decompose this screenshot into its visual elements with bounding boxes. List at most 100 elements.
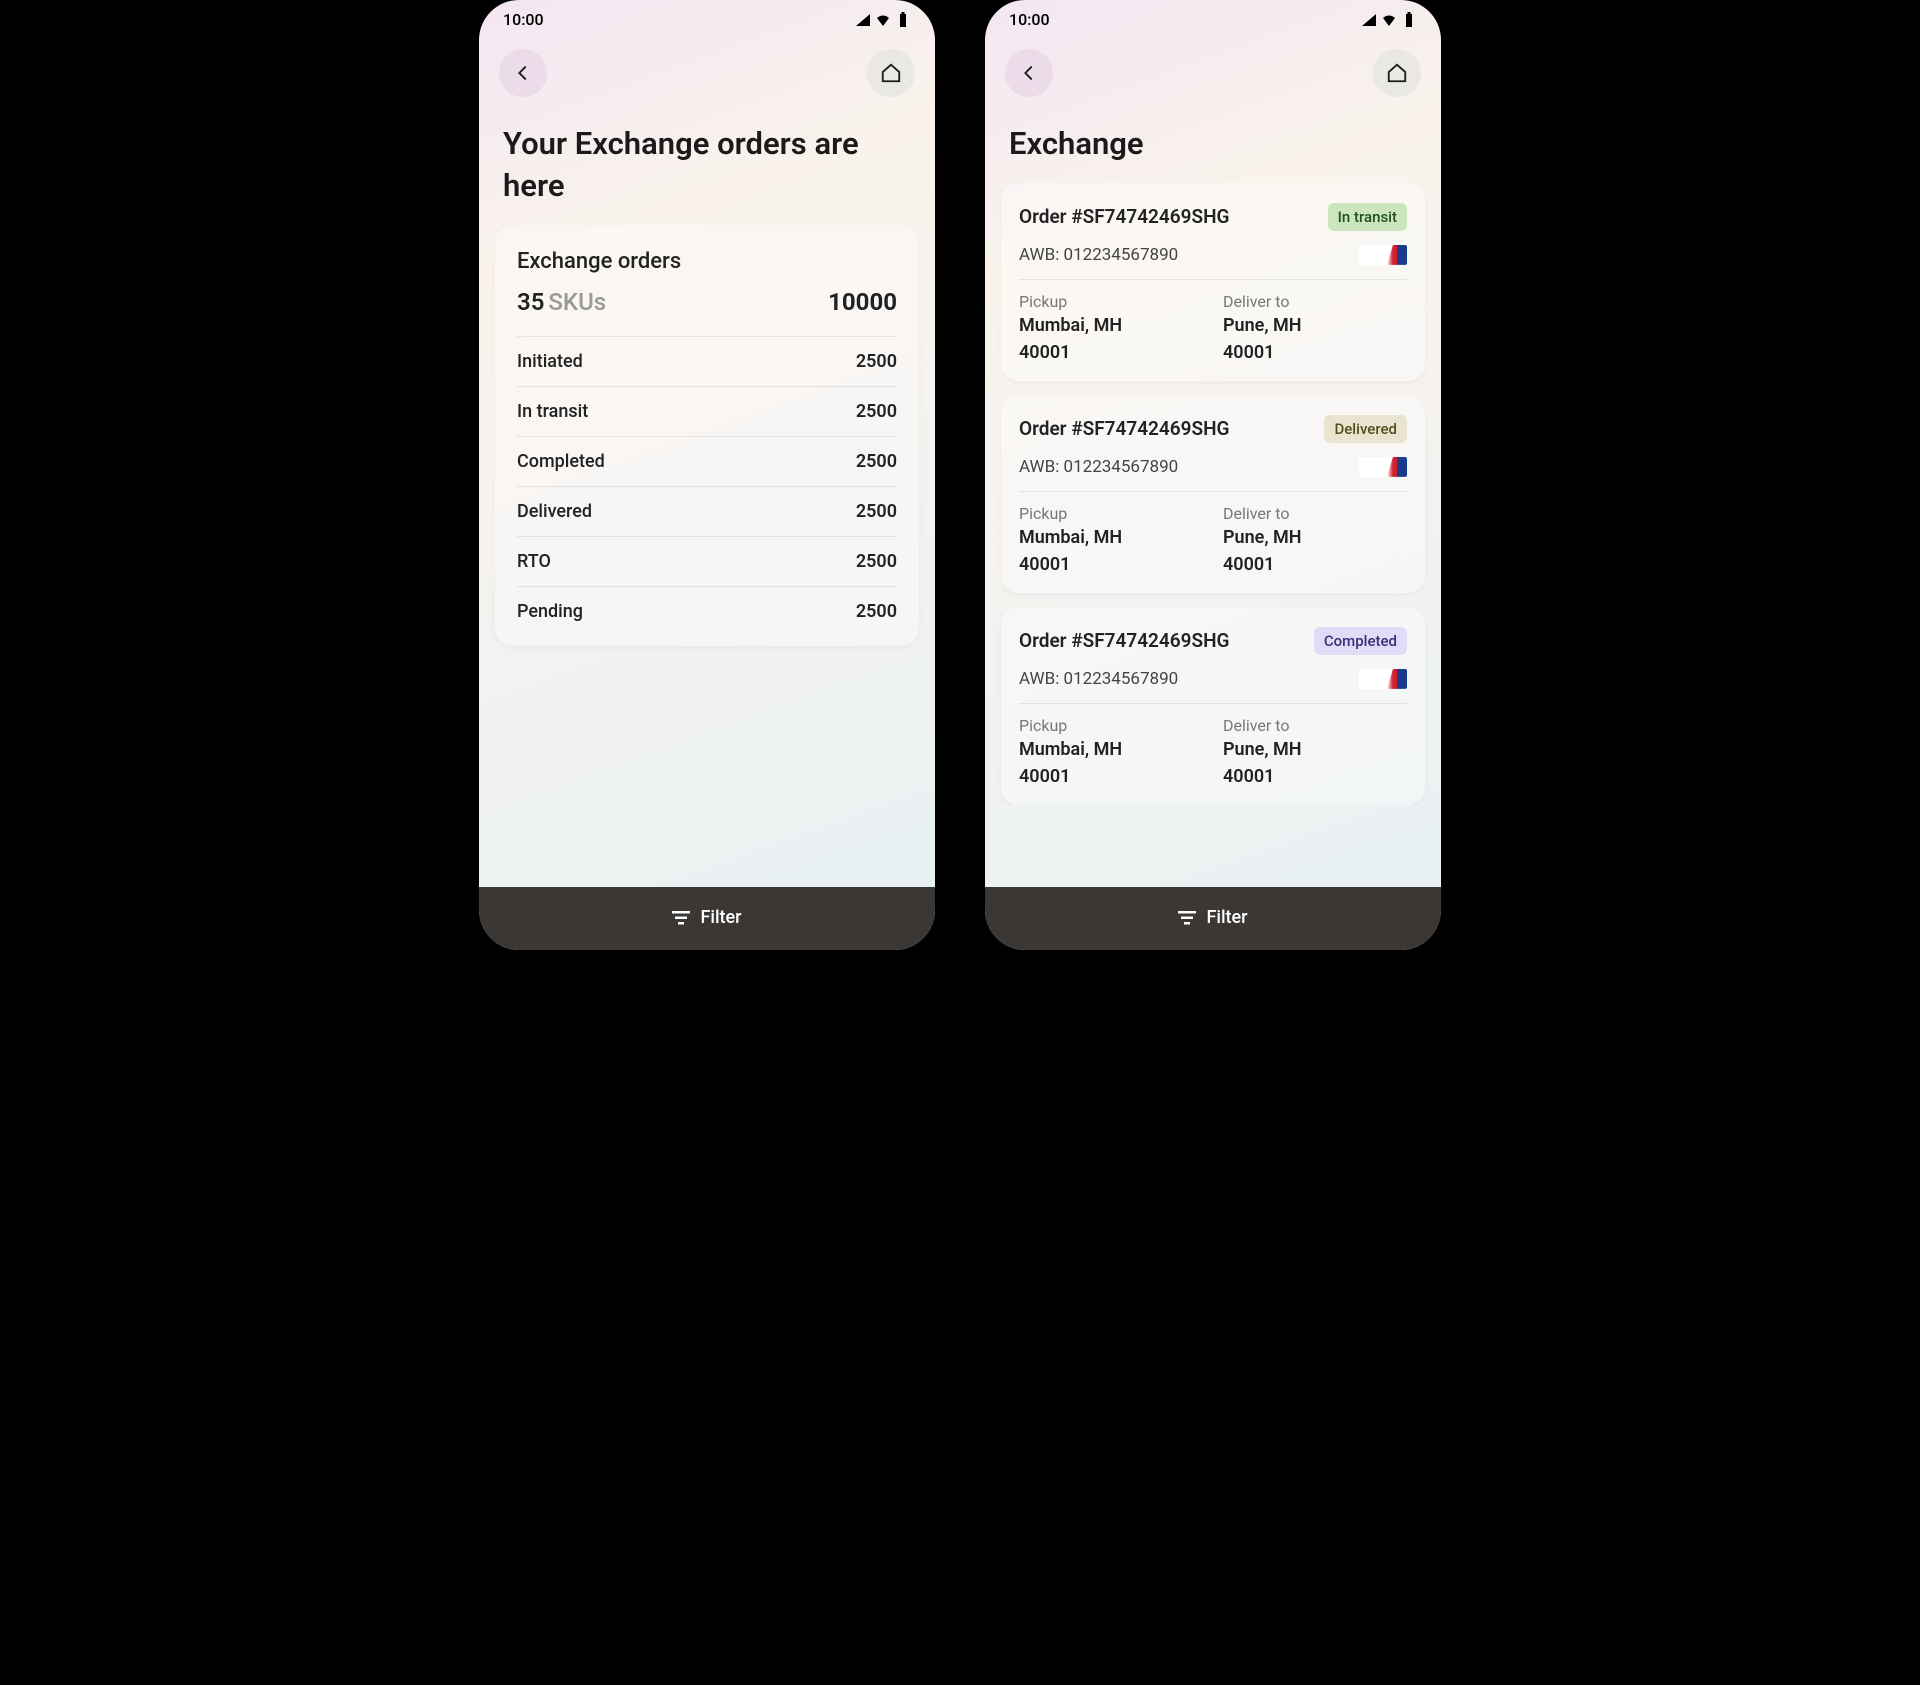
sku-label: SKUs	[548, 288, 606, 316]
status-row[interactable]: RTO 2500	[517, 536, 897, 586]
order-locations: Pickup Mumbai, MH 40001 Deliver to Pune, MH 4…	[1019, 491, 1407, 575]
page-title: Your Exchange orders are here	[479, 105, 935, 225]
summary-card: Exchange orders 35 SKUs 10000 Initiated2…	[495, 225, 919, 646]
status-row[interactable]: Completed2500	[517, 436, 897, 486]
status-icons	[855, 12, 911, 28]
filter-button[interactable]: Filter	[479, 887, 935, 950]
deliver-location: Deliver to Pune, MH 40001	[1223, 716, 1407, 787]
status-label: RTO	[517, 551, 551, 572]
status-row[interactable]: Delivered2500	[517, 486, 897, 536]
orders-list: Order #SF74742469SHG In transit AWB: 01223…	[985, 183, 1441, 805]
signal-icon	[855, 12, 871, 28]
status-list: Initiated2500 In transit 2500 Completed2500…	[517, 336, 897, 636]
chevron-left-icon	[1018, 62, 1040, 84]
battery-icon	[1401, 12, 1417, 28]
order-head: Order #SF74742469SHG In transit	[1019, 203, 1407, 231]
status-bar: 10:00	[479, 0, 935, 33]
deliver-label: Deliver to	[1223, 716, 1407, 735]
nav-bar	[985, 33, 1441, 105]
status-row[interactable]: Initiated2500	[517, 336, 897, 386]
order-card[interactable]: Order #SF74742469SHG In transit AWB: 01223…	[1001, 183, 1425, 381]
wifi-icon	[875, 12, 891, 28]
awb-number: AWB: 012234567890	[1019, 245, 1178, 265]
carrier-logo	[1359, 669, 1407, 689]
back-button[interactable]	[1005, 49, 1053, 97]
awb-row: AWB: 012234567890	[1019, 669, 1407, 689]
order-id: Order #SF74742469SHG	[1019, 629, 1229, 652]
wifi-icon	[1381, 12, 1397, 28]
status-value: 2500	[856, 551, 897, 572]
chevron-left-icon	[512, 62, 534, 84]
status-value: 2500	[856, 351, 897, 372]
order-locations: Pickup Mumbai, MH 40001 Deliver to Pune, MH 4…	[1019, 703, 1407, 787]
status-label: In transit	[517, 401, 588, 422]
screen-summary: 10:00 Your Exchange orders are here Exch…	[479, 0, 935, 950]
filter-icon	[1178, 911, 1196, 925]
order-id: Order #SF74742469SHG	[1019, 417, 1229, 440]
pickup-city: Mumbai, MH	[1019, 315, 1203, 336]
awb-row: AWB: 012234567890	[1019, 245, 1407, 265]
deliver-pin: 40001	[1223, 342, 1407, 363]
home-icon	[880, 62, 902, 84]
pickup-label: Pickup	[1019, 292, 1203, 311]
home-icon	[1386, 62, 1408, 84]
status-badge: Completed	[1314, 627, 1407, 655]
summary-top: 35 SKUs 10000	[517, 288, 897, 316]
deliver-location: Deliver to Pune, MH 40001	[1223, 292, 1407, 363]
pickup-pin: 40001	[1019, 554, 1203, 575]
battery-icon	[895, 12, 911, 28]
status-row[interactable]: Pending 2500	[517, 586, 897, 636]
deliver-pin: 40001	[1223, 554, 1407, 575]
status-time: 10:00	[503, 10, 544, 29]
order-id: Order #SF74742469SHG	[1019, 205, 1229, 228]
status-badge: In transit	[1328, 203, 1407, 231]
pickup-city: Mumbai, MH	[1019, 527, 1203, 548]
status-value: 2500	[856, 501, 897, 522]
status-bar: 10:00	[985, 0, 1441, 33]
pickup-label: Pickup	[1019, 716, 1203, 735]
deliver-city: Pune, MH	[1223, 739, 1407, 760]
status-row[interactable]: In transit 2500	[517, 386, 897, 436]
page-title: Exchange	[985, 105, 1441, 183]
deliver-pin: 40001	[1223, 766, 1407, 787]
back-button[interactable]	[499, 49, 547, 97]
pickup-location: Pickup Mumbai, MH 40001	[1019, 292, 1203, 363]
filter-label: Filter	[700, 907, 741, 928]
pickup-location: Pickup Mumbai, MH 40001	[1019, 504, 1203, 575]
deliver-label: Deliver to	[1223, 504, 1407, 523]
deliver-city: Pune, MH	[1223, 527, 1407, 548]
filter-icon	[672, 911, 690, 925]
home-button[interactable]	[867, 49, 915, 97]
order-locations: Pickup Mumbai, MH 40001 Deliver to Pune, MH 4…	[1019, 279, 1407, 363]
sku-total: 10000	[828, 288, 897, 316]
home-button[interactable]	[1373, 49, 1421, 97]
carrier-logo	[1359, 457, 1407, 477]
pickup-pin: 40001	[1019, 342, 1203, 363]
status-value: 2500	[856, 601, 897, 622]
deliver-location: Deliver to Pune, MH 40001	[1223, 504, 1407, 575]
status-badge: Delivered	[1324, 415, 1407, 443]
status-time: 10:00	[1009, 10, 1050, 29]
summary-heading: Exchange orders	[517, 249, 897, 274]
pickup-city: Mumbai, MH	[1019, 739, 1203, 760]
deliver-city: Pune, MH	[1223, 315, 1407, 336]
carrier-logo	[1359, 245, 1407, 265]
filter-button[interactable]: Filter	[985, 887, 1441, 950]
awb-number: AWB: 012234567890	[1019, 669, 1178, 689]
filter-label: Filter	[1206, 907, 1247, 928]
order-card[interactable]: Order #SF74742469SHG Completed AWB: 012234…	[1001, 607, 1425, 805]
pickup-label: Pickup	[1019, 504, 1203, 523]
screen-orders: 10:00 Exchange Order #SF74742469SHG In tr…	[985, 0, 1441, 950]
status-label: Pending	[517, 601, 583, 622]
sku-count: 35	[517, 288, 544, 316]
pickup-pin: 40001	[1019, 766, 1203, 787]
order-head: Order #SF74742469SHG Delivered	[1019, 415, 1407, 443]
sku-wrapper: 35 SKUs	[517, 288, 606, 316]
awb-number: AWB: 012234567890	[1019, 457, 1178, 477]
status-icons	[1361, 12, 1417, 28]
order-head: Order #SF74742469SHG Completed	[1019, 627, 1407, 655]
nav-bar	[479, 33, 935, 105]
deliver-label: Deliver to	[1223, 292, 1407, 311]
order-card[interactable]: Order #SF74742469SHG Delivered AWB: 012234…	[1001, 395, 1425, 593]
status-value: 2500	[856, 401, 897, 422]
